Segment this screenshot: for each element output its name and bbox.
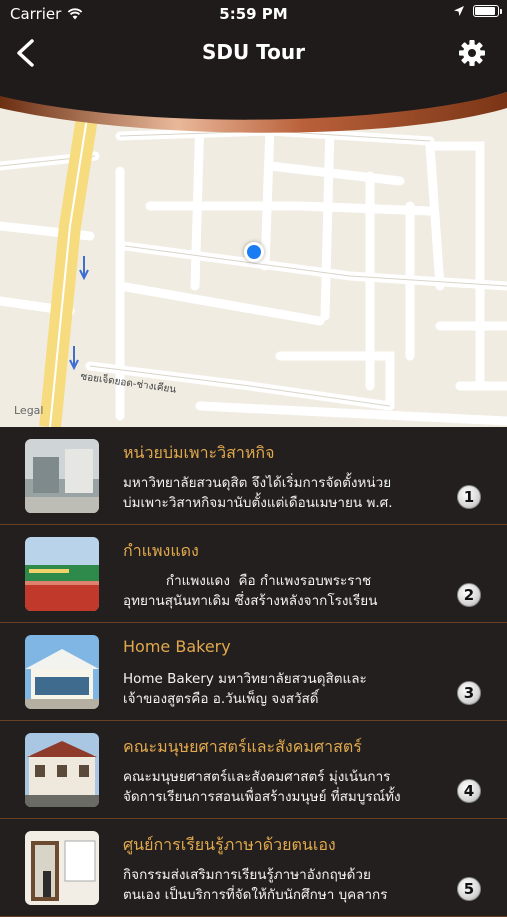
place-item-2[interactable]: กำแพงแดง กำแพงแดง คือ กำแพงรอบพระราช อุท…	[0, 525, 507, 623]
place-description-line: กำแพงแดง คือ กำแพงรอบพระราช	[123, 573, 372, 589]
place-description-line: บ่มเพาะวิสาหกิจมานับตั้งแต่เดือนเมษายน พ…	[123, 495, 393, 511]
place-description-line: กิจกรรมส่งเสริมการเรียนรู้ภาษาอังกฤษด้วย	[123, 867, 371, 883]
place-description: กำแพงแดง คือ กำแพงรอบพระราช อุทยานสุนันท…	[123, 571, 453, 611]
place-description-line: Home Bakery มหาวิทยาลัยสวนดุสิตและ	[123, 671, 367, 687]
place-item-3[interactable]: Home Bakery Home Bakery มหาวิทยาลัยสวนดุ…	[0, 623, 507, 721]
places-list: หน่วยบ่มเพาะวิสาหกิจ มหาวิทยาลัยสวนดุสิต…	[0, 427, 507, 917]
place-number-badge: 5	[457, 877, 481, 901]
place-thumbnail	[25, 733, 99, 807]
page-title: SDU Tour	[201, 40, 306, 64]
place-item-5[interactable]: ศูนย์การเรียนรู้ภาษาด้วยตนเอง กิจกรรมส่ง…	[0, 819, 507, 917]
navigation-bar: SDU Tour	[0, 28, 507, 88]
place-description-line: เจ้าของสูตรคือ อ.วันเพ็ญ จงสวัสดิ์	[123, 691, 319, 707]
place-description-line: จัดการเรียนการสอนเพื่อสร้างมนุษย์ ที่สมบ…	[123, 789, 401, 805]
battery-icon	[473, 5, 502, 17]
place-name: Home Bakery	[123, 637, 231, 656]
place-description: คณะมนุษยศาสตร์และสังคมศาสตร์ มุ่งเน้นการ…	[123, 767, 453, 807]
gear-icon[interactable]	[457, 38, 487, 68]
place-thumbnail	[25, 635, 99, 709]
place-description: มหาวิทยาลัยสวนดุสิต จึงได้เริ่มการจัดตั้…	[123, 473, 453, 513]
place-name: ศูนย์การเรียนรู้ภาษาด้วยตนเอง	[123, 835, 336, 854]
map-legal-link[interactable]: Legal	[14, 404, 43, 417]
place-description-line: ตนเอง เป็นบริการที่จัดให้กับนักศึกษา บุค…	[123, 887, 388, 903]
place-thumbnail	[25, 439, 99, 513]
status-time: 5:59 PM	[219, 5, 288, 23]
status-right	[453, 5, 502, 17]
place-number-badge: 3	[457, 681, 481, 705]
place-description: กิจกรรมส่งเสริมการเรียนรู้ภาษาอังกฤษด้วย…	[123, 865, 453, 905]
place-thumbnail	[25, 831, 99, 905]
place-description: Home Bakery มหาวิทยาลัยสวนดุสิตและ เจ้าข…	[123, 669, 453, 709]
location-arrow-icon	[454, 6, 464, 16]
place-item-4[interactable]: คณะมนุษยศาสตร์และสังคมศาสตร์ คณะมนุษยศาส…	[0, 721, 507, 819]
place-number-badge: 1	[457, 485, 481, 509]
place-number-badge: 2	[457, 583, 481, 607]
place-number-badge: 4	[457, 779, 481, 803]
place-description-line: มหาวิทยาลัยสวนดุสิต จึงได้เริ่มการจัดตั้…	[123, 475, 392, 491]
status-bar: Carrier 5:59 PM	[0, 0, 507, 28]
header-swoosh-decoration	[0, 86, 507, 133]
place-description-line: คณะมนุษยศาสตร์และสังคมศาสตร์ มุ่งเน้นการ	[123, 769, 391, 785]
current-location-pin[interactable]	[244, 242, 264, 262]
place-name: หน่วยบ่มเพาะวิสาหกิจ	[123, 443, 275, 462]
place-name: คณะมนุษยศาสตร์และสังคมศาสตร์	[123, 737, 362, 756]
place-description-line: อุทยานสุนันทาเดิม ซึ่งสร้างหลังจากโรงเรี…	[123, 593, 378, 609]
place-item-1[interactable]: หน่วยบ่มเพาะวิสาหกิจ มหาวิทยาลัยสวนดุสิต…	[0, 427, 507, 525]
place-name: กำแพงแดง	[123, 541, 199, 560]
place-thumbnail	[25, 537, 99, 611]
